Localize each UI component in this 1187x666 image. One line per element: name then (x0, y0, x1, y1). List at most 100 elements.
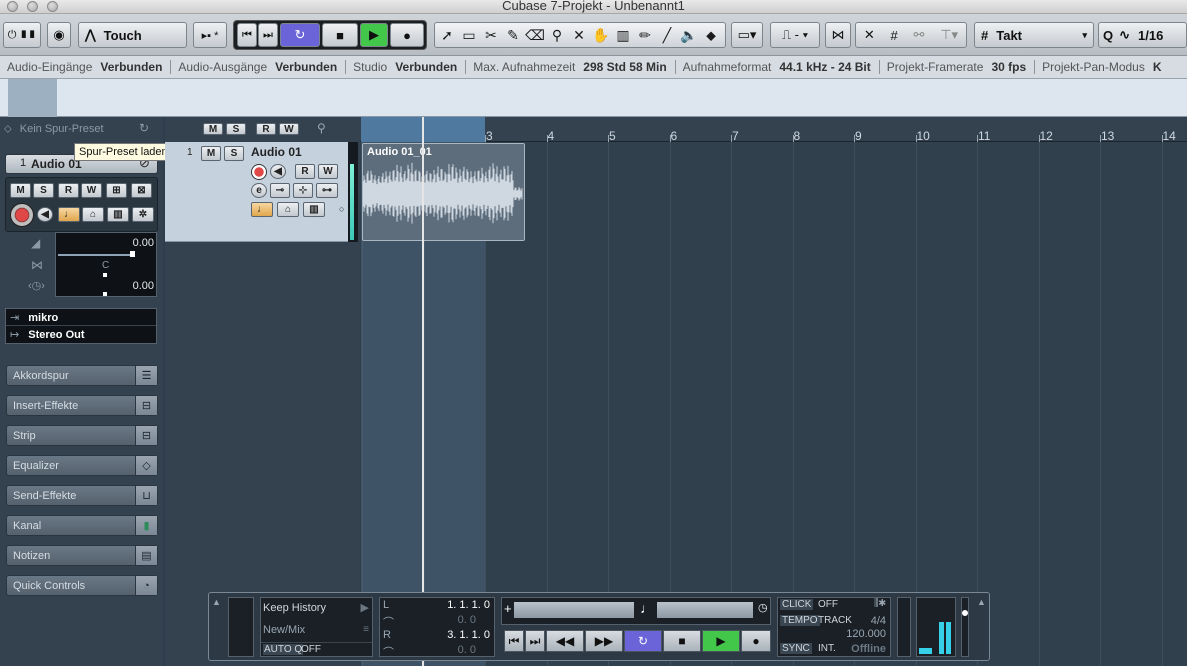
bypass-button[interactable]: ⊠ (131, 183, 152, 198)
input-routing[interactable]: ⇥ mikro (6, 309, 156, 326)
track-monitor-button[interactable]: ◀ (270, 164, 286, 179)
keep-history[interactable]: Keep History (263, 602, 326, 614)
erase-tool-icon[interactable]: ⌫ (525, 24, 545, 46)
volume-fader-handle[interactable] (130, 251, 135, 257)
new-mix[interactable]: New/Mix (263, 624, 305, 636)
section-equalizer[interactable]: Equalizer ◇ (6, 455, 158, 476)
track-write-button[interactable]: W (318, 164, 338, 179)
autoscroll-button[interactable]: ▸▪ * (193, 22, 227, 48)
global-read-button[interactable]: R (256, 123, 276, 135)
window-layout-button[interactable]: ⏻ ▮▮ (3, 22, 41, 48)
track-mute-button[interactable]: M (201, 146, 221, 161)
mute-tool-icon[interactable]: ✕ (569, 24, 589, 46)
track-record-button[interactable] (251, 164, 267, 180)
position-slider[interactable] (657, 602, 753, 618)
lock-button[interactable]: ⌂ (82, 207, 104, 222)
transport-expand-icon[interactable]: ▲ (212, 597, 221, 607)
pre-roll-icon[interactable]: ⌒ (383, 614, 394, 630)
pan-value[interactable]: C (102, 260, 109, 271)
transport-start-button[interactable]: ⏮ (504, 630, 524, 652)
overview-view-rect[interactable] (8, 79, 57, 117)
section-quick-controls[interactable]: Quick Controls ◔ (6, 575, 158, 596)
section-chord-track[interactable]: Akkordspur ☰ (6, 365, 158, 386)
sync-status[interactable]: Offline (851, 643, 886, 655)
sync-mode[interactable]: INT. (818, 643, 836, 654)
color-tool-icon[interactable]: ⬥ (701, 24, 721, 46)
time-signature[interactable]: 4/4 (871, 615, 886, 627)
comp-tool-icon[interactable]: ▥ (613, 24, 633, 46)
go-to-start-button[interactable]: ⏮ (237, 23, 257, 47)
global-write-button[interactable]: W (279, 123, 299, 135)
project-overview[interactable] (0, 79, 1187, 117)
line-tool-icon[interactable]: ╱ (657, 24, 677, 46)
grid-icon[interactable]: # (891, 28, 898, 43)
section-send-effects[interactable]: Send-Effekte ⊔ (6, 485, 158, 506)
draw-tool-icon[interactable]: ✏ (635, 24, 655, 46)
tempo-mode[interactable]: TRACK (818, 615, 852, 626)
pan-handle[interactable] (103, 273, 107, 277)
track-timebase-button[interactable]: ♩ (251, 202, 273, 217)
shuttle-slider[interactable] (514, 602, 634, 618)
post-roll-icon[interactable]: ⌒ (383, 644, 394, 660)
track-edit-button[interactable]: e (251, 183, 267, 198)
split-tool-icon[interactable]: ✂ (481, 24, 501, 46)
volume-fader[interactable] (58, 254, 134, 256)
snap-mode-icon[interactable]: ⚯ (914, 27, 925, 43)
constrain-delay-button[interactable]: ◉ (47, 22, 71, 48)
channel-settings-button[interactable]: ⊞ (106, 183, 127, 198)
cycle-button[interactable]: ↻ (280, 23, 320, 47)
track-name[interactable]: Audio 01 (251, 145, 302, 159)
pan-mode-value[interactable]: K (1153, 60, 1170, 74)
tempo-value[interactable]: 120.000 (846, 628, 886, 640)
hand-tool-icon[interactable]: ✋ (591, 24, 611, 46)
play-tool-icon[interactable]: 🔈 (679, 24, 699, 46)
metronome-settings-icon[interactable]: ⫼✱ (874, 598, 886, 609)
write-automation-button[interactable]: W (81, 183, 102, 198)
post-roll-value[interactable]: 0. 0 (458, 644, 476, 656)
audio-track-row[interactable]: 1 M S Audio 01 ◀ R W e ⊸ ⊹ ⊶ ♩ ⌂ ▥ ○ (165, 142, 348, 242)
transport-end-button[interactable]: ⏭ (525, 630, 545, 652)
snap-zero-crossing-button[interactable]: ⋈ (825, 22, 851, 48)
add-marker-icon[interactable]: + (504, 601, 512, 616)
stop-button[interactable]: ■ (322, 23, 358, 47)
quantize-select[interactable]: Q ∿ 1/16 (1098, 22, 1187, 48)
clock-icon[interactable]: ◷ (758, 601, 768, 614)
transport-cycle-button[interactable]: ↻ (624, 630, 662, 652)
snap-on-off-icon[interactable]: ✕ (864, 27, 875, 43)
grid-type-select[interactable]: # Takt ▾ (974, 22, 1094, 48)
audio-inputs-value[interactable]: Verbunden (100, 60, 170, 74)
mute-button[interactable]: M (10, 183, 31, 198)
project-cursor[interactable] (422, 117, 424, 666)
section-strip[interactable]: Strip ⊟ (6, 425, 158, 446)
go-to-end-button[interactable]: ⏭ (258, 23, 278, 47)
color-select-button[interactable]: ▭▾ (731, 22, 763, 48)
reset-preset-icon[interactable]: ↻ (139, 121, 149, 135)
rewind-button[interactable]: ◀◀ (546, 630, 584, 652)
read-automation-button[interactable]: R (58, 183, 79, 198)
forward-button[interactable]: ▶▶ (585, 630, 623, 652)
record-enable-button[interactable] (10, 203, 34, 227)
snap-type-icon[interactable]: ⊤▾ (940, 27, 958, 43)
object-selection-tool-icon[interactable]: ➚ (437, 24, 457, 46)
sync-label[interactable]: SYNC (780, 643, 812, 654)
history-play-icon[interactable]: ▶ (361, 601, 369, 614)
auto-quantize-row[interactable]: AUTO Q OFF (261, 642, 372, 656)
timebase-button[interactable]: ♩ (58, 207, 80, 222)
track-send-button[interactable]: ⊶ (316, 183, 338, 198)
click-value[interactable]: OFF (818, 599, 838, 610)
output-level-handle[interactable] (962, 610, 968, 616)
record-format-value[interactable]: 44.1 kHz - 24 Bit (779, 60, 878, 74)
glue-tool-icon[interactable]: ✎ (503, 24, 523, 46)
monitor-button[interactable]: ◀ (37, 207, 53, 222)
lanes-button[interactable]: ▥ (107, 207, 129, 222)
record-button[interactable]: ● (390, 23, 424, 47)
right-locator-value[interactable]: 3. 1. 1. 0 (447, 629, 490, 641)
solo-button[interactable]: S (33, 183, 54, 198)
left-locator-icon[interactable]: L (383, 599, 389, 611)
studio-value[interactable]: Verbunden (395, 60, 465, 74)
right-locator-icon[interactable]: R (383, 629, 391, 641)
transport-collapse-icon[interactable]: ▲ (977, 597, 986, 607)
max-record-time-value[interactable]: 298 Std 58 Min (583, 60, 674, 74)
zoom-tool-icon[interactable]: ⚲ (547, 24, 567, 46)
track-read-button[interactable]: R (295, 164, 315, 179)
